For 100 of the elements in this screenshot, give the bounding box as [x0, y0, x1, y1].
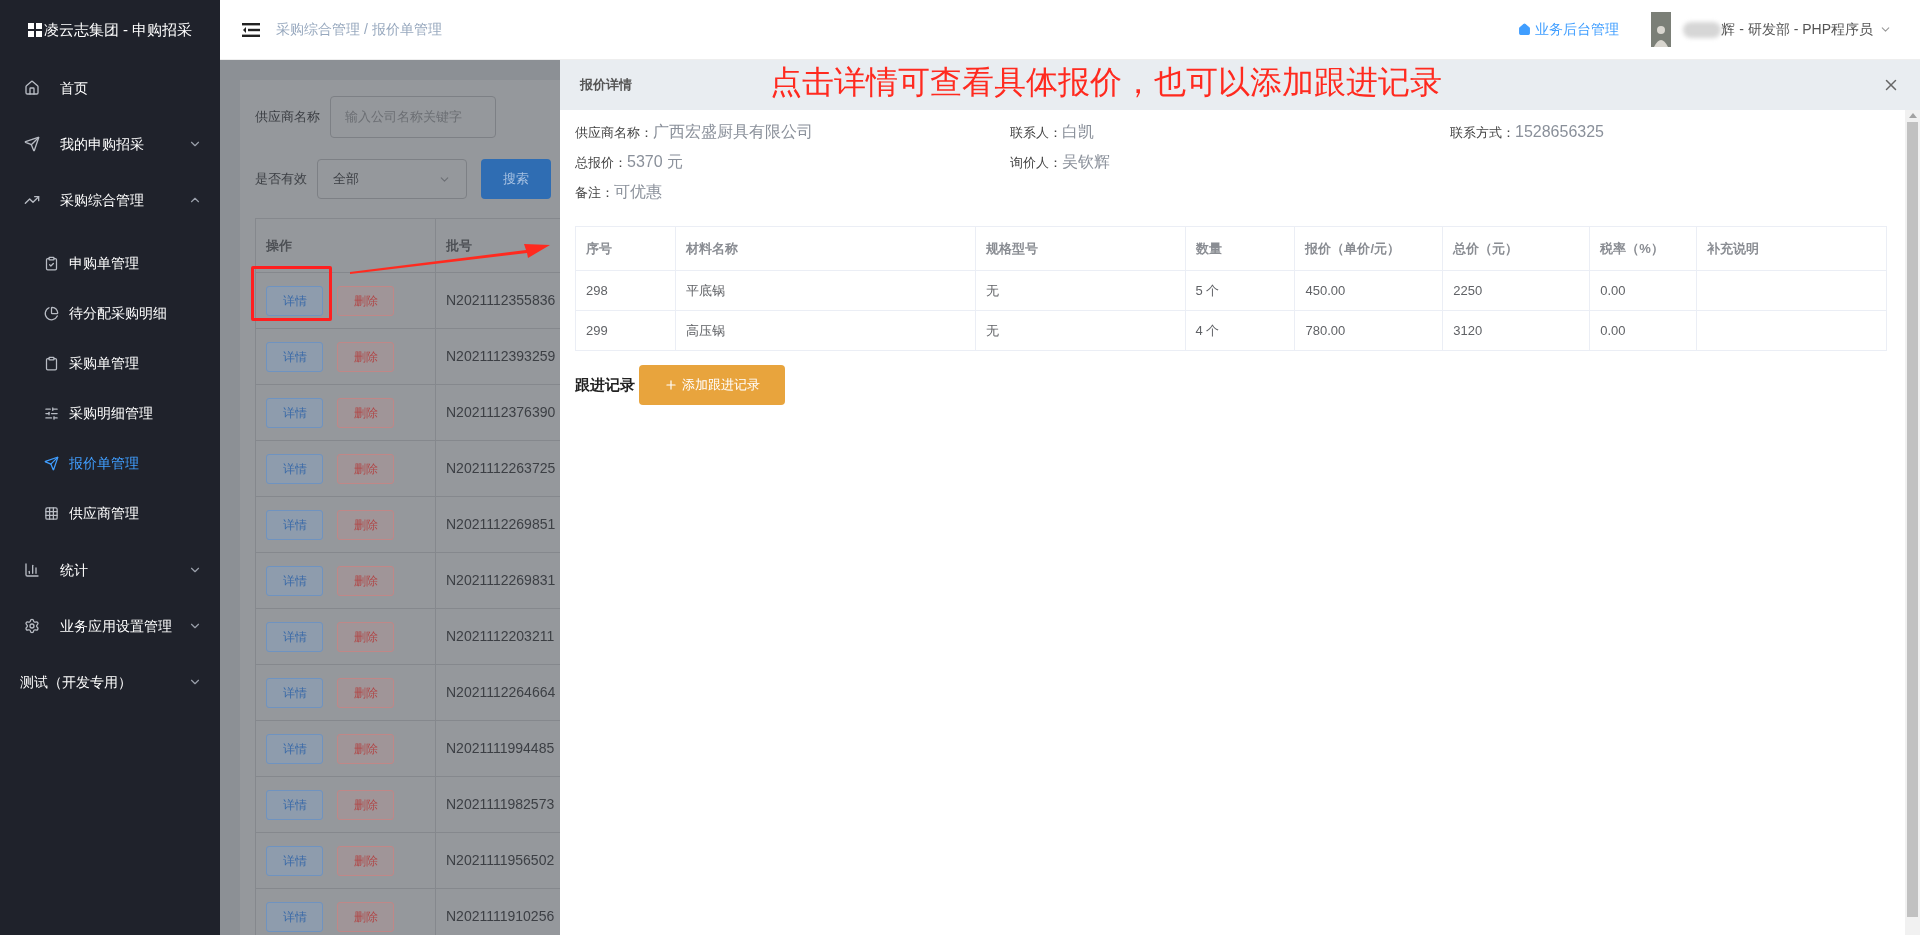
batch-number-cell-text: N2021112376390: [445, 403, 556, 422]
sliders-icon: [44, 405, 59, 421]
table-cell-text: 无: [985, 321, 999, 340]
table-cell-text: 298: [586, 281, 608, 300]
detail-button[interactable]: 详情: [266, 901, 323, 932]
delete-button[interactable]: 删除: [337, 509, 394, 540]
column-header: 数量: [1195, 239, 1222, 258]
scroll-up-icon: [1908, 112, 1917, 118]
delete-button[interactable]: 删除: [337, 453, 394, 484]
bar-chart-icon: [24, 562, 40, 578]
submenu-item[interactable]: 采购单管理: [0, 338, 220, 388]
submenu-item[interactable]: 供应商管理: [0, 488, 220, 538]
paper-plane-icon: [24, 136, 40, 152]
detail-button[interactable]: 详情: [266, 789, 323, 820]
info-value: 可优惠: [614, 182, 662, 202]
column-header: 批号: [445, 236, 472, 255]
detail-button[interactable]: 详情: [266, 285, 323, 316]
batch-number-cell-text: N2021112264664: [445, 683, 556, 702]
detail-button[interactable]: 详情: [266, 397, 323, 428]
table-cell-text: 299: [586, 321, 608, 340]
detail-button[interactable]: 详情: [266, 565, 323, 596]
batch-number-cell-text: N2021112269851: [445, 515, 556, 534]
column-header: 总价（元）: [1453, 239, 1519, 258]
delete-button[interactable]: 删除: [337, 845, 394, 876]
drawer-title: 报价详情: [580, 76, 632, 95]
table-cell-text: 无: [985, 281, 999, 300]
info-label: 询价人：: [1010, 154, 1062, 172]
menu-icon[interactable]: [242, 22, 260, 37]
delete-button[interactable]: 删除: [337, 565, 394, 596]
detail-button[interactable]: 详情: [266, 845, 323, 876]
info-value: 吴钦辉: [1062, 152, 1110, 172]
menu-item[interactable]: 我的申购招采: [0, 116, 220, 172]
search-button[interactable]: 搜索: [481, 159, 551, 199]
detail-button[interactable]: 详情: [266, 341, 323, 372]
delete-button[interactable]: 删除: [337, 901, 394, 932]
detail-button[interactable]: 详情: [266, 677, 323, 708]
submenu-item[interactable]: 申购单管理: [0, 238, 220, 288]
table-cell-text: 0.00: [1600, 321, 1626, 340]
blurred-name-block: [1683, 21, 1722, 38]
detail-button[interactable]: 详情: [266, 621, 323, 652]
delete-button[interactable]: 删除: [337, 341, 394, 372]
clipboard-check-icon: [44, 255, 59, 271]
delete-button[interactable]: 删除: [337, 397, 394, 428]
menu-item[interactable]: 采购综合管理: [0, 172, 220, 228]
batch-number-cell-text: N2021112393259: [445, 347, 556, 366]
settings-icon: [24, 618, 40, 634]
delete-button[interactable]: 删除: [337, 733, 394, 764]
info-label: 备注：: [575, 184, 614, 202]
delete-button[interactable]: 删除: [337, 621, 394, 652]
column-header: 序号: [586, 239, 612, 258]
supplier-label: 供应商名称: [255, 108, 320, 127]
batch-number-cell-text: N2021111994485: [445, 739, 555, 758]
detail-button[interactable]: 详情: [266, 733, 323, 764]
plus-icon: [664, 378, 678, 392]
delete-button[interactable]: 删除: [337, 789, 394, 820]
delete-button[interactable]: 删除: [337, 285, 394, 316]
column-header: 补充说明: [1707, 239, 1760, 258]
paper-plane-icon: [44, 455, 59, 471]
home-icon: [1518, 23, 1532, 36]
info-label: 联系人：: [1010, 124, 1062, 142]
column-header: 报价（单价/元）: [1305, 239, 1401, 258]
table-cell-text: 平底锅: [685, 281, 725, 300]
annotation-text: 点击详情可查看具体报价，也可以添加跟进记录: [770, 63, 1442, 102]
user-dropdown[interactable]: 辉 - 研发部 - PHP程序员: [1721, 19, 1892, 40]
table-cell-text: 4 个: [1195, 321, 1220, 340]
menu-item[interactable]: 测试（开发专用）: [0, 654, 220, 710]
submenu-item[interactable]: 报价单管理: [0, 438, 220, 488]
submenu-item[interactable]: 采购明细管理: [0, 388, 220, 438]
home-icon: [24, 80, 40, 96]
batch-number-cell-text: N2021112355836: [445, 291, 556, 310]
column-header: 材料名称: [685, 239, 738, 258]
batch-number-cell-text: N2021111982573: [445, 795, 555, 814]
submenu-item[interactable]: 待分配采购明细: [0, 288, 220, 338]
table-cell-text: 0.00: [1600, 281, 1626, 300]
app-title: 凌云志集团 - 申购招采: [43, 19, 193, 40]
info-value: 1528656325: [1515, 122, 1604, 142]
menu-item[interactable]: 统计: [0, 542, 220, 598]
menu-item[interactable]: 业务应用设置管理: [0, 598, 220, 654]
detail-button[interactable]: 详情: [266, 509, 323, 540]
info-label: 总报价：: [575, 154, 627, 172]
table-cell-text: 780.00: [1305, 321, 1346, 340]
home-link[interactable]: 业务后台管理: [1518, 19, 1620, 40]
info-label: 联系方式：: [1450, 124, 1515, 142]
delete-button[interactable]: 删除: [337, 677, 394, 708]
breadcrumb: 采购综合管理 / 报价单管理: [276, 20, 443, 39]
batch-number-cell-text: N2021111956502: [445, 851, 555, 870]
table-cell-text: 450.00: [1305, 281, 1346, 300]
batch-number-cell-text: N2021112263725: [445, 459, 556, 478]
info-value: 5370 元: [627, 152, 684, 172]
batch-number-cell-text: N2021112269831: [445, 571, 556, 590]
add-follow-up-button[interactable]: 添加跟进记录: [639, 365, 785, 405]
valid-select[interactable]: 全部: [317, 159, 467, 199]
table-cell-text: 高压锅: [685, 321, 725, 340]
follow-up-label: 跟进记录: [575, 374, 635, 395]
pie-chart-icon: [44, 305, 59, 321]
table-cell-text: 3120: [1453, 321, 1483, 340]
detail-button[interactable]: 详情: [266, 453, 323, 484]
info-value: 广西宏盛厨具有限公司: [653, 122, 813, 142]
menu-item[interactable]: 首页: [0, 60, 220, 116]
logo-icon: [27, 23, 42, 37]
